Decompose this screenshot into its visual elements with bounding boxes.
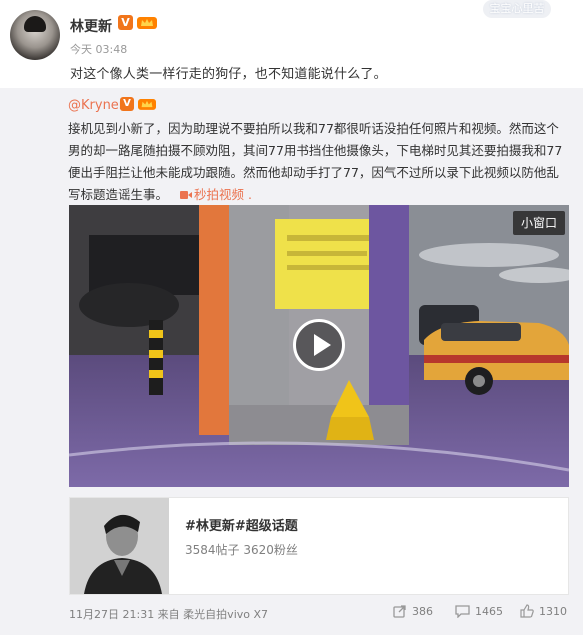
avatar[interactable]: [10, 10, 60, 60]
like-count: 1310: [539, 605, 567, 618]
video-link-icon: [180, 191, 192, 199]
verified-badge-icon: V: [120, 97, 134, 111]
comment-count: 1465: [475, 605, 503, 618]
comment-button[interactable]: 1465: [455, 604, 503, 619]
watermark-label: 宝宝心里苦: [483, 0, 551, 18]
more-dot: .: [248, 187, 252, 202]
share-icon: [393, 605, 406, 618]
person-photo-icon: [70, 498, 169, 594]
post-username[interactable]: 林更新: [70, 16, 112, 36]
vip-crown-icon: [137, 17, 157, 29]
repost-container: @Kryner V 接机见到小新了，因为助理说不要拍所以我和77都很听话没拍任何…: [0, 88, 583, 635]
repost-body: 接机见到小新了，因为助理说不要拍所以我和77都很听话没拍任何照片和视频。然而这个…: [68, 121, 563, 202]
repost-username[interactable]: @Kryner: [68, 98, 124, 113]
repost-count: 386: [412, 605, 433, 618]
post-header: 林更新 V 今天 03:48 对这个像人类一样行走的狗仔，也不知道能说什么了。 …: [0, 0, 583, 88]
mini-window-button[interactable]: 小窗口: [512, 211, 565, 235]
topic-stats: 3584帖子 3620粉丝: [185, 543, 298, 557]
play-button[interactable]: [293, 319, 345, 371]
thumbs-up-icon: [520, 604, 534, 618]
verified-badge-icon: V: [118, 15, 133, 30]
vip-crown-icon: [138, 99, 156, 110]
topic-thumbnail: [70, 498, 169, 594]
post-source[interactable]: 11月27日 21:31 来自 柔光自拍vivo X7: [69, 606, 268, 622]
like-button[interactable]: 1310: [520, 604, 567, 618]
comment-icon: [455, 605, 470, 619]
repost-button[interactable]: 386: [393, 604, 433, 618]
post-text: 对这个像人类一样行走的狗仔，也不知道能说什么了。: [70, 67, 387, 82]
topic-card[interactable]: #林更新#超级话题 3584帖子 3620粉丝: [69, 497, 569, 595]
video-link[interactable]: 秒拍视频: [194, 187, 244, 202]
video-player[interactable]: 小窗口: [69, 205, 569, 487]
topic-title[interactable]: #林更新#超级话题: [185, 515, 298, 534]
repost-text: 接机见到小新了，因为助理说不要拍所以我和77都很听话没拍任何照片和视频。然而这个…: [68, 118, 570, 206]
post-time[interactable]: 今天 03:48: [70, 41, 127, 57]
